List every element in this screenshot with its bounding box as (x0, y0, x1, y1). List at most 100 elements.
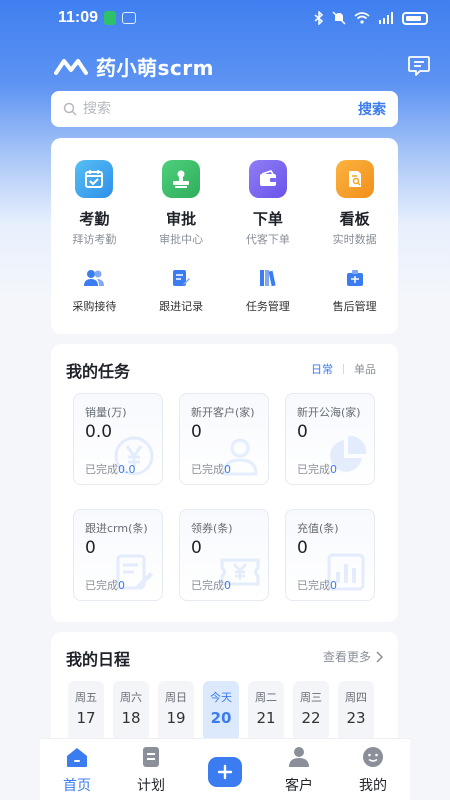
day-number: 19 (166, 709, 186, 727)
app-header: 药小萌scrm (0, 46, 450, 86)
tile-value: 0.0 (85, 422, 113, 442)
calendar-check-icon (75, 160, 114, 198)
day-number: 18 (121, 709, 141, 727)
plus-icon (217, 764, 233, 780)
day-name: 周六 (120, 691, 142, 704)
tasks-tabs: 日常 单品 (311, 361, 376, 377)
task-tile-new-public-sea[interactable]: 新开公海(家) 0 已完成0 (285, 393, 375, 485)
quick-order[interactable]: 下单 代客下单 (225, 160, 312, 247)
day-item[interactable]: 周五 17 (68, 681, 104, 741)
quick-dashboard[interactable]: 看板 实时数据 (311, 160, 398, 247)
tile-label: 领券(条) (191, 522, 233, 535)
quick-sub-label: 售后管理 (332, 300, 377, 313)
mute-icon (332, 11, 346, 25)
status-bar: 11:09 (0, 0, 450, 36)
add-button[interactable] (208, 757, 242, 787)
day-number: 23 (346, 709, 366, 727)
tile-value: 0 (297, 422, 308, 442)
quick-subtitle: 审批中心 (159, 233, 204, 246)
task-tile-sales[interactable]: 销量(万) 0.0 已完成0.0 (73, 393, 163, 485)
tab-label: 计划 (137, 778, 165, 794)
quick-title: 下单 (252, 210, 283, 228)
customer-icon (287, 745, 311, 769)
tab-daily[interactable]: 日常 (311, 361, 333, 377)
day-item[interactable]: 周六 18 (113, 681, 149, 741)
tab-customers[interactable]: 客户 (262, 739, 336, 795)
task-tile-new-customers[interactable]: 新开客户(家) 0 已完成0 (179, 393, 269, 485)
quick-follow-up[interactable]: 跟进记录 (138, 266, 225, 314)
yuan-icon (114, 436, 154, 476)
bottom-tab-bar: 首页 计划 客户 我的 (40, 738, 410, 800)
search-icon (63, 102, 77, 116)
task-tile-crm-followup[interactable]: 跟进crm(条) 0 已完成0 (73, 509, 163, 601)
books-icon (256, 266, 280, 290)
chevron-right-icon (376, 650, 383, 663)
battery-icon (402, 11, 428, 25)
quick-title: 审批 (166, 210, 197, 228)
day-number: 17 (76, 709, 96, 727)
search-bar: 搜索 (51, 91, 398, 127)
tab-home[interactable]: 首页 (40, 739, 114, 795)
quick-title: 看板 (339, 210, 370, 228)
quick-subtitle: 代客下单 (245, 233, 290, 246)
tile-label: 新开公海(家) (297, 406, 361, 419)
quick-task-management[interactable]: 任务管理 (225, 266, 312, 314)
day-item-today[interactable]: 今天 20 (203, 681, 239, 741)
view-more-label: 查看更多 (322, 650, 371, 664)
tile-value: 0 (191, 422, 202, 442)
day-name: 今天 (210, 691, 232, 704)
bar-chart-icon (327, 553, 365, 591)
quick-attendance[interactable]: 考勤 拜访考勤 (51, 160, 138, 247)
quick-actions-card: 考勤 拜访考勤 审批 审批中心 下单 代客下单 看板 实时数据 采购接待 跟进记… (51, 138, 398, 334)
smile-face-icon (361, 745, 385, 769)
quick-procurement[interactable]: 采购接待 (51, 266, 138, 314)
tile-value: 0 (191, 538, 202, 558)
wifi-icon (354, 12, 370, 24)
cast-icon (122, 12, 137, 24)
quick-sub-label: 采购接待 (72, 300, 117, 313)
day-name: 周四 (345, 691, 367, 704)
day-item[interactable]: 周日 19 (158, 681, 194, 741)
bluetooth-icon (314, 11, 324, 25)
tile-label: 销量(万) (85, 406, 127, 419)
tab-profile[interactable]: 我的 (336, 739, 410, 795)
search-input[interactable] (83, 101, 358, 117)
tab-label: 首页 (63, 778, 91, 794)
day-item[interactable]: 周四 23 (338, 681, 374, 741)
person-icon (222, 438, 258, 476)
brand-title: 药小萌scrm (96, 55, 214, 80)
day-item[interactable]: 周二 21 (248, 681, 284, 741)
tab-label: 我的 (359, 778, 387, 794)
day-item[interactable]: 周三 22 (293, 681, 329, 741)
quick-after-sales[interactable]: 售后管理 (311, 266, 398, 314)
day-number: 20 (210, 709, 232, 727)
task-tile-recharge[interactable]: 充值(条) 0 已完成0 (285, 509, 375, 601)
tab-label: 客户 (285, 778, 313, 794)
logo-icon (54, 59, 88, 75)
day-name: 周日 (165, 691, 187, 704)
tile-value: 0 (85, 538, 96, 558)
tile-label: 跟进crm(条) (85, 522, 148, 535)
tab-single-product[interactable]: 单品 (354, 361, 376, 377)
document-search-icon (335, 160, 374, 198)
signal-icon (379, 12, 393, 24)
search-button[interactable]: 搜索 (358, 99, 386, 119)
tab-plan[interactable]: 计划 (114, 739, 188, 795)
day-name: 周二 (255, 691, 277, 704)
brand: 药小萌scrm (54, 52, 214, 81)
view-more-link[interactable]: 查看更多 (323, 648, 383, 665)
message-button[interactable] (406, 53, 432, 79)
day-name: 周五 (75, 691, 97, 704)
quick-subtitle: 实时数据 (332, 233, 377, 246)
plan-document-icon (139, 745, 163, 769)
my-schedule-card: 我的日程 查看更多 周五 17 周六 18 周日 19 今天 20 周二 21 周三 22 … (51, 632, 398, 752)
edit-note-icon (169, 266, 193, 290)
quick-title: 考勤 (79, 210, 110, 228)
task-tile-coupons[interactable]: 领券(条) 0 已完成0 (179, 509, 269, 601)
notification-app-icon (104, 11, 117, 25)
quick-approval[interactable]: 审批 审批中心 (138, 160, 225, 247)
tab-add[interactable] (188, 739, 262, 787)
tab-divider (343, 364, 344, 374)
quick-sub-label: 跟进记录 (159, 300, 204, 313)
quick-subtitle: 拜访考勤 (72, 233, 117, 246)
